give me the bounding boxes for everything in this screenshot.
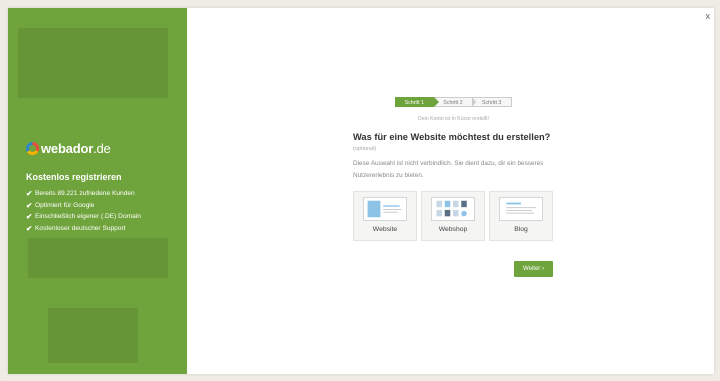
option-blog[interactable]: Blog: [489, 191, 553, 241]
optional-label: (optional): [353, 146, 377, 152]
webshop-thumbnail-icon: [431, 197, 475, 221]
logo-icon: [26, 142, 39, 155]
website-thumbnail-icon: [363, 197, 407, 221]
brand-logo: webador.de: [26, 141, 111, 156]
option-label: Blog: [514, 226, 528, 233]
blog-thumbnail-icon: [499, 197, 543, 221]
check-icon: ✔: [26, 189, 33, 198]
sidebar-panel: webador.de Kostenlos registrieren ✔ Berei…: [8, 8, 187, 374]
feature-item: ✔ Kostenloser deutscher Support: [26, 223, 126, 233]
description-text: Diese Auswahl ist nicht verbindlich. Sie…: [353, 160, 544, 179]
option-label: Webshop: [438, 226, 468, 233]
check-icon: ✔: [26, 212, 33, 221]
feature-item: ✔ Einschließlich eigener (.DE) Domain: [26, 212, 141, 221]
step-indicator: Schritt 1 Schritt 2 Schritt 3: [395, 97, 513, 107]
step-subnote: Dein Konto ist in Kürze erstellt!: [418, 116, 489, 122]
option-label: Website: [372, 226, 398, 233]
check-icon: ✔: [26, 200, 33, 210]
step-1: Schritt 1: [395, 97, 439, 107]
option-webshop[interactable]: Webshop: [421, 191, 485, 241]
brand-name: webador.de: [41, 141, 111, 156]
page-title: Was für eine Website möchtest du erstell…: [353, 132, 551, 142]
feature-item: ✔ Optimiert für Google: [26, 200, 95, 210]
close-icon[interactable]: x: [706, 12, 711, 21]
next-button[interactable]: Weiter ›: [514, 261, 553, 277]
check-icon: ✔: [26, 223, 33, 233]
sidebar-title: Kostenlos registrieren: [26, 172, 122, 182]
signup-modal: webador.de Kostenlos registrieren ✔ Berei…: [8, 8, 714, 374]
feature-item: ✔ Bereits 89.221 zufriedene Kunden: [26, 189, 135, 198]
step-2: Schritt 2: [433, 97, 476, 107]
site-type-options: Website Webshop Blog: [353, 191, 553, 241]
option-website[interactable]: Website: [353, 191, 417, 241]
feature-list: ✔ Bereits 89.221 zufriedene Kunden ✔ Optim…: [26, 188, 141, 234]
step-3: Schritt 3: [472, 97, 513, 107]
